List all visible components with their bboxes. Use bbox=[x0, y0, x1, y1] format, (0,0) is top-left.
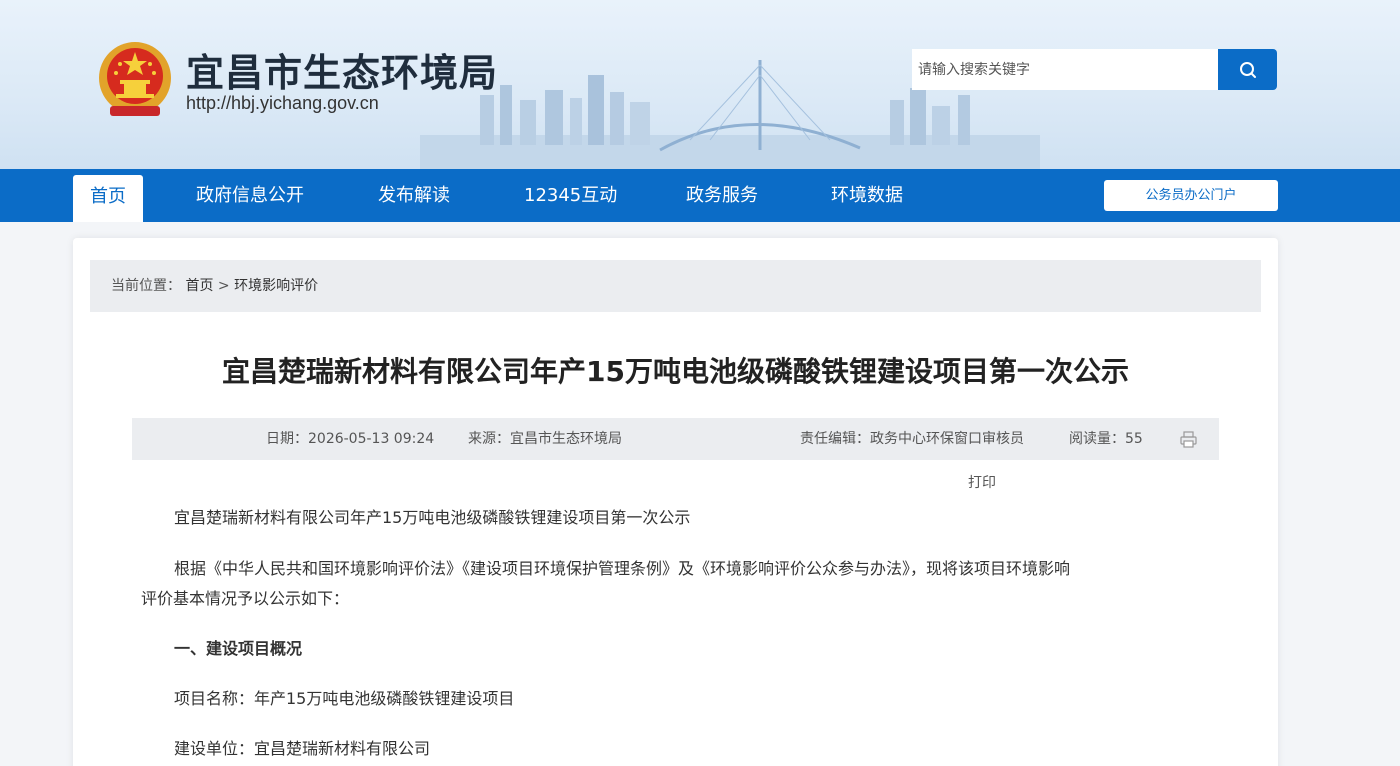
nav-item-12345[interactable]: 12345互动 bbox=[524, 169, 617, 222]
article-paragraph: 项目名称：年产15万吨电池级磷酸铁锂建设项目 bbox=[174, 689, 515, 708]
breadcrumb-separator: > bbox=[217, 278, 230, 294]
article-views: 阅读量：55 bbox=[1069, 431, 1143, 447]
site-title: 宜昌市生态环境局 bbox=[186, 51, 499, 95]
article-paragraph: 建设单位：宜昌楚瑞新材料有限公司 bbox=[174, 739, 431, 758]
civil-servant-portal-button[interactable]: 公务员办公门户 bbox=[1104, 180, 1278, 211]
site-url: http://hbj.yichang.gov.cn bbox=[186, 93, 379, 113]
article-paragraph: 根据《中华人民共和国环境影响评价法》《建设项目环境保护管理条例》及《环境影响评价… bbox=[174, 559, 1071, 578]
nav-item-services[interactable]: 政务服务 bbox=[686, 169, 758, 222]
section-heading: 一、建设项目概况 bbox=[174, 639, 303, 658]
article-date: 日期：2026-05-13 09:24 bbox=[266, 431, 435, 447]
nav-item-env-data[interactable]: 环境数据 bbox=[831, 169, 903, 222]
nav-item-interpretation[interactable]: 发布解读 bbox=[378, 169, 450, 222]
breadcrumb: 当前位置： 首页 > 环境影响评价 bbox=[90, 260, 1261, 312]
search-input[interactable] bbox=[912, 49, 1218, 90]
print-link[interactable]: 打印 bbox=[968, 472, 996, 492]
main-nav: 首页 政府信息公开 发布解读 12345互动 政务服务 环境数据 公务员办公门户 bbox=[0, 169, 1400, 222]
breadcrumb-home-link[interactable]: 首页 bbox=[185, 278, 213, 294]
search-icon bbox=[1239, 61, 1256, 78]
article-paragraph: 宜昌楚瑞新材料有限公司年产15万吨电池级磷酸铁锂建设项目第一次公示 bbox=[174, 508, 691, 527]
article-meta-bar: 日期：2026-05-13 09:24 来源：宜昌市生态环境局 责任编辑：政务中… bbox=[132, 418, 1219, 460]
site-header: 宜昌市生态环境局 http://hbj.yichang.gov.cn bbox=[0, 0, 1400, 169]
article-editor: 责任编辑：政务中心环保窗口审核员 bbox=[800, 431, 1024, 447]
printer-icon[interactable] bbox=[1180, 431, 1197, 448]
breadcrumb-prefix: 当前位置： bbox=[111, 278, 181, 294]
search-button[interactable] bbox=[1218, 49, 1277, 90]
article-paragraph: 评价基本情况予以公示如下： bbox=[141, 584, 1174, 613]
article-paragraph-continuation: 评价基本情况予以公示如下： bbox=[141, 589, 350, 608]
nav-item-home[interactable]: 首页 bbox=[73, 175, 143, 222]
nav-item-gov-info[interactable]: 政府信息公开 bbox=[196, 169, 304, 222]
national-emblem-logo bbox=[99, 42, 171, 116]
breadcrumb-current-link[interactable]: 环境影响评价 bbox=[234, 278, 318, 294]
article-title: 宜昌楚瑞新材料有限公司年产15万吨电池级磷酸铁锂建设项目第一次公示 bbox=[222, 355, 1129, 388]
article-card: 当前位置： 首页 > 环境影响评价 宜昌楚瑞新材料有限公司年产15万吨电池级磷酸… bbox=[73, 238, 1278, 766]
article-source: 来源：宜昌市生态环境局 bbox=[468, 431, 622, 447]
